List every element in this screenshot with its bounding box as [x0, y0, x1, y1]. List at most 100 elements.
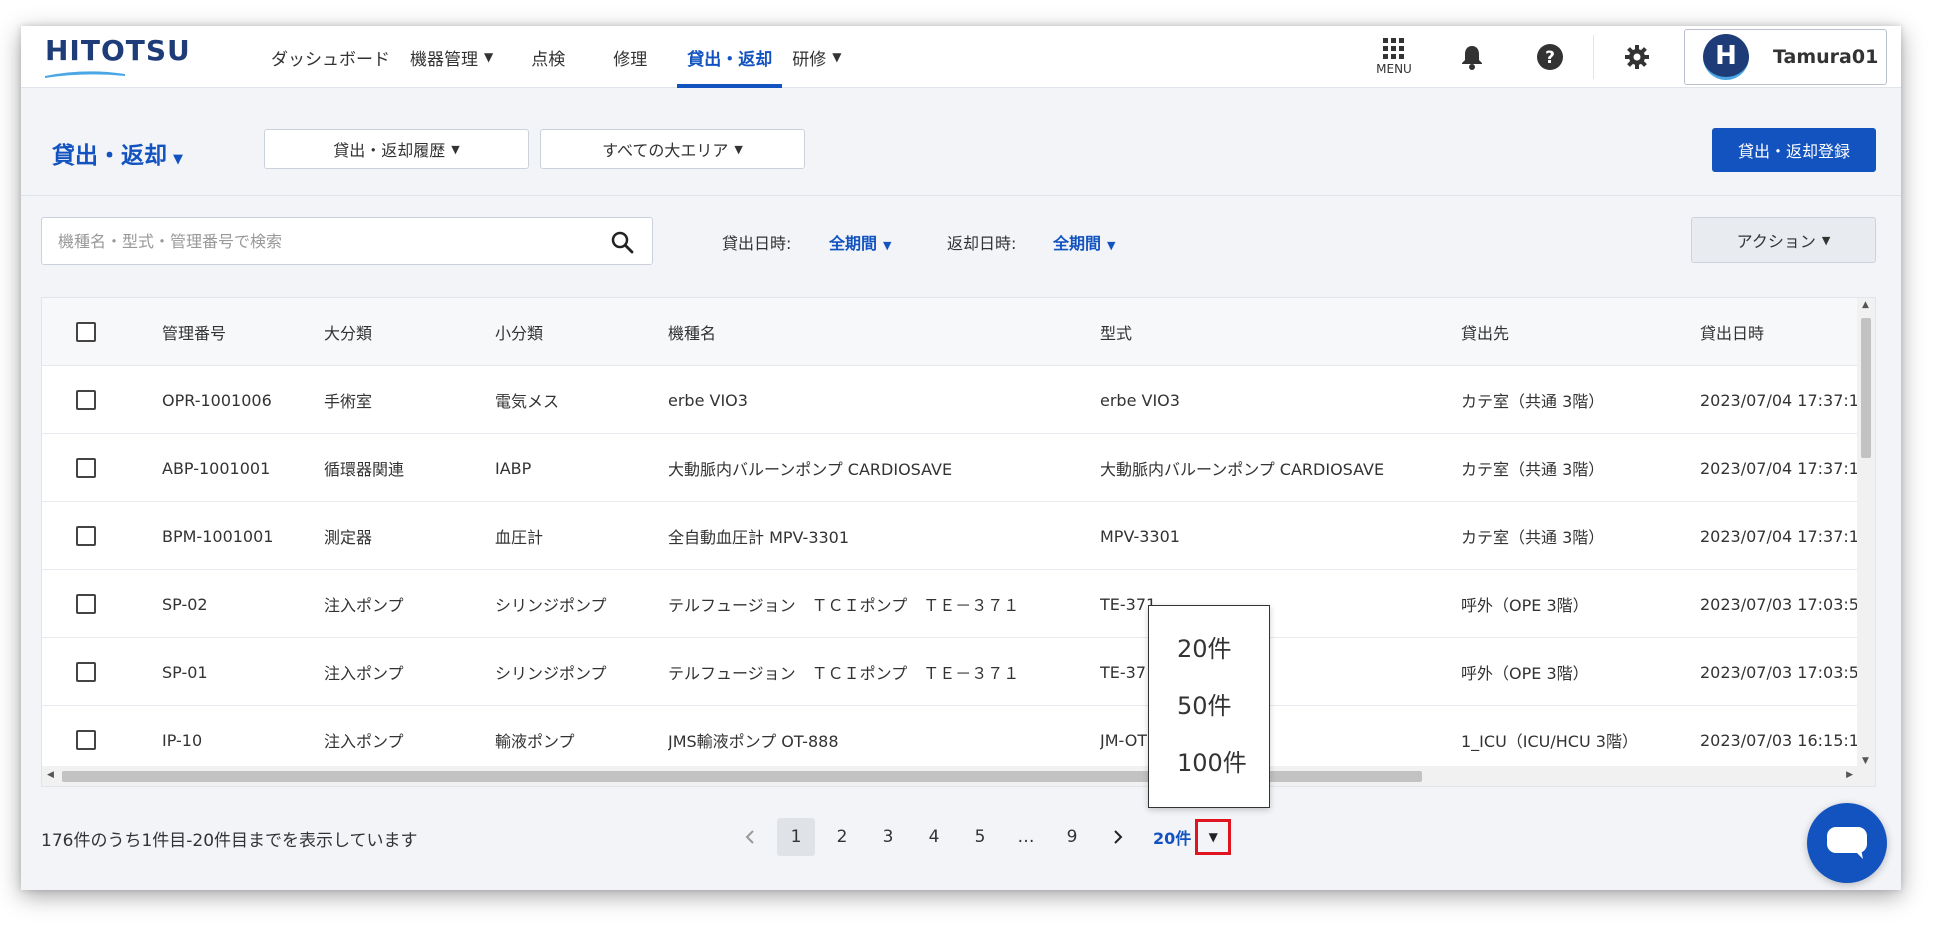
cell-management-number: ABP-1001001: [162, 458, 271, 478]
search-icon[interactable]: [610, 230, 634, 254]
page-button[interactable]: 1: [777, 818, 815, 856]
nav-training[interactable]: 研修 ▼: [782, 26, 851, 88]
row-checkbox[interactable]: [76, 458, 96, 478]
per-page-toggle-button[interactable]: ▼: [1195, 819, 1232, 855]
column-header[interactable]: 管理番号: [162, 298, 226, 366]
chevron-down-icon: ▼: [734, 142, 743, 156]
lending-table: 管理番号 大分類 小分類 機種名 型式 貸出先 貸出日時 OPR-1001006…: [41, 297, 1876, 787]
user-menu-button[interactable]: H Tamura01: [1684, 29, 1887, 85]
hitotsu-logo[interactable]: HITOTSU: [45, 34, 191, 67]
cell-minor-category: 血圧計: [495, 528, 544, 547]
table-row[interactable]: IP-10 注入ポンプ 輸液ポンプ JMS輸液ポンプ OT-888 JM-OT …: [42, 706, 1859, 774]
nav-label: 機器管理: [410, 49, 478, 70]
cell-lend-datetime: 2023/07/03 17:03:5: [1700, 594, 1859, 614]
chat-bubble-icon: [1827, 827, 1867, 859]
cell-minor-category: シリンジポンプ: [495, 596, 607, 615]
settings-button[interactable]: [1598, 26, 1676, 88]
cell-model-name: erbe VIO3: [668, 390, 748, 410]
row-select-cell: [76, 366, 96, 434]
action-button-label: アクション: [1736, 232, 1816, 251]
notifications-button[interactable]: [1433, 26, 1511, 88]
nav-dashboard[interactable]: ダッシュボード: [261, 26, 400, 88]
checkout-date-filter[interactable]: 全期間 ▼: [829, 230, 891, 254]
row-checkbox[interactable]: [76, 594, 96, 614]
scroll-up-icon[interactable]: ▲: [1862, 300, 1869, 310]
horizontal-scrollbar[interactable]: ◀ ▶: [42, 766, 1875, 786]
chevron-down-icon: ▼: [484, 50, 494, 64]
per-page-selector[interactable]: 20件 ▼: [1153, 819, 1232, 855]
cell-major-category: 循環器関連: [324, 460, 405, 479]
table-row[interactable]: ABP-1001001 循環器関連 IABP 大動脈内バルーンポンプ CARDI…: [42, 434, 1859, 502]
per-page-option[interactable]: 50件: [1149, 675, 1269, 732]
cell-model-type: erbe VIO3: [1100, 390, 1180, 410]
gear-icon: [1625, 45, 1649, 69]
page-button[interactable]: 2: [819, 818, 865, 856]
page-title: 貸出・返却: [52, 143, 167, 169]
cell-model-name: テルフュージョン ＴＣＩポンプ ＴＥ－３７１: [668, 664, 1020, 683]
row-checkbox[interactable]: [76, 662, 96, 682]
cell-major-category: 手術室: [324, 392, 373, 411]
cell-model-type: TE-37: [1100, 662, 1147, 682]
prev-page-button[interactable]: [727, 818, 773, 856]
scroll-left-icon[interactable]: ◀: [47, 770, 54, 780]
column-header[interactable]: 型式: [1100, 298, 1132, 366]
nav-repair[interactable]: 修理: [603, 26, 657, 88]
row-checkbox[interactable]: [76, 526, 96, 546]
cell-minor-category: 電気メス: [495, 392, 560, 411]
table-row[interactable]: OPR-1001006 手術室 電気メス erbe VIO3 erbe VIO3…: [42, 366, 1859, 434]
vertical-scrollbar[interactable]: ▲ ▼: [1857, 298, 1875, 768]
cell-model-name: 全自動血圧計 MPV-3301: [668, 528, 850, 547]
cell-lend-destination: 1_ICU（ICU/HCU 3階）: [1461, 732, 1638, 751]
header-actions: MENU ? H Tamura01: [1355, 26, 1887, 88]
row-checkbox[interactable]: [76, 730, 96, 750]
next-page-button[interactable]: [1095, 818, 1141, 856]
help-button[interactable]: ?: [1511, 26, 1589, 88]
cell-lend-destination: 呼外（OPE 3階）: [1461, 596, 1589, 615]
cell-lend-datetime: 2023/07/03 17:03:5: [1700, 662, 1859, 682]
return-date-value: 全期間: [1053, 234, 1102, 253]
register-lending-button[interactable]: 貸出・返却登録: [1712, 128, 1876, 172]
per-page-option[interactable]: 20件: [1149, 618, 1269, 675]
table-row[interactable]: SP-01 注入ポンプ シリンジポンプ テルフュージョン ＴＣＩポンプ ＴＥ－３…: [42, 638, 1859, 706]
user-name: Tamura01: [1773, 46, 1879, 68]
page-title-dropdown[interactable]: 貸出・返却 ▼: [52, 136, 183, 170]
column-header[interactable]: 小分類: [495, 298, 543, 366]
page-button[interactable]: 5: [957, 818, 1003, 856]
scroll-down-icon[interactable]: ▼: [1862, 756, 1869, 766]
menu-button[interactable]: MENU: [1355, 26, 1433, 88]
history-dropdown-label: 貸出・返却履歴: [333, 141, 446, 160]
select-all-checkbox[interactable]: [76, 322, 96, 342]
vertical-scroll-thumb[interactable]: [1861, 318, 1871, 458]
column-header[interactable]: 貸出日時: [1700, 298, 1764, 366]
page-button[interactable]: 4: [911, 818, 957, 856]
nav-label: 研修: [792, 49, 827, 70]
column-header[interactable]: 貸出先: [1461, 298, 1509, 366]
column-header[interactable]: 大分類: [324, 298, 372, 366]
page-button[interactable]: 3: [865, 818, 911, 856]
row-checkbox[interactable]: [76, 390, 96, 410]
nav-lending-return[interactable]: 貸出・返却: [677, 26, 783, 88]
nav-label: 点検: [531, 49, 566, 70]
table-row[interactable]: BPM-1001001 測定器 血圧計 全自動血圧計 MPV-3301 MPV-…: [42, 502, 1859, 570]
action-dropdown[interactable]: アクション ▼: [1691, 217, 1876, 263]
help-icon: ?: [1537, 44, 1563, 70]
cell-management-number: IP-10: [162, 730, 203, 750]
per-page-option[interactable]: 100件: [1149, 732, 1269, 789]
checkout-date-label: 貸出日時:: [722, 234, 792, 253]
return-date-filter[interactable]: 全期間 ▼: [1053, 230, 1115, 254]
page-button[interactable]: 9: [1049, 818, 1095, 856]
column-header[interactable]: 機種名: [668, 298, 716, 366]
table-row[interactable]: SP-02 注入ポンプ シリンジポンプ テルフュージョン ＴＣＩポンプ ＴＥ－３…: [42, 570, 1859, 638]
history-dropdown[interactable]: 貸出・返却履歴 ▼: [264, 129, 529, 169]
scroll-right-icon[interactable]: ▶: [1846, 770, 1853, 780]
nav-inspection[interactable]: 点検: [521, 26, 575, 88]
cell-major-category: 注入ポンプ: [324, 596, 404, 615]
chat-button[interactable]: [1807, 803, 1887, 883]
per-page-menu: 20件 50件 100件: [1148, 605, 1270, 808]
nav-device-management[interactable]: 機器管理 ▼: [400, 26, 503, 88]
area-dropdown[interactable]: すべての大エリア ▼: [540, 129, 805, 169]
chevron-down-icon: ▼: [451, 142, 460, 156]
menu-label: MENU: [1376, 62, 1412, 76]
cell-lend-datetime: 2023/07/04 17:37:1: [1700, 458, 1859, 478]
search-input[interactable]: [42, 218, 582, 264]
